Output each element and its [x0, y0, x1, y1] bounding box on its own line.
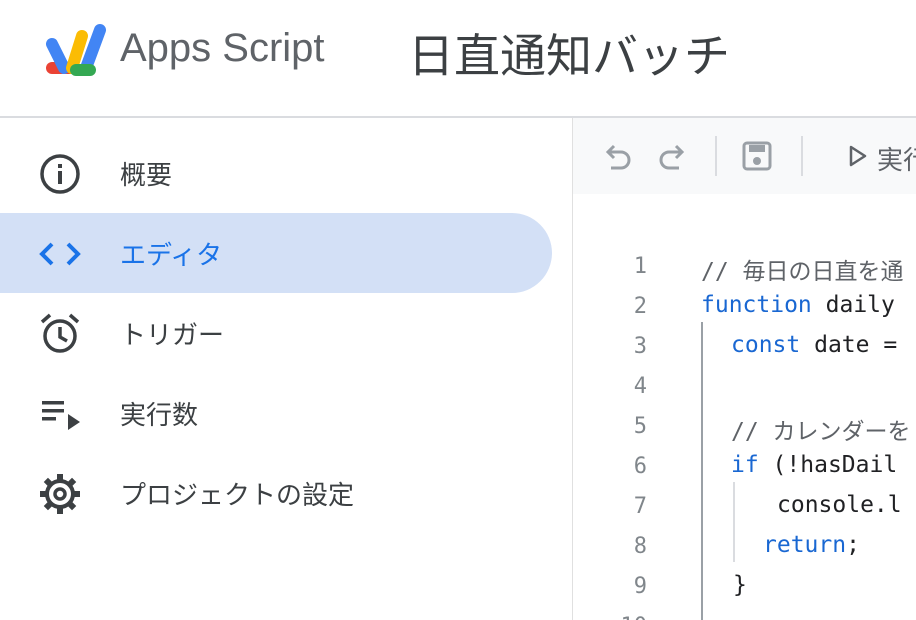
info-icon: [40, 154, 80, 194]
code-line: // 毎日の日直を通: [701, 252, 904, 286]
editor-pane: 実行 1 2 3 4 5 6 7 8 9 10 // 毎日の日直を通 funct…: [572, 118, 916, 620]
code-brackets-icon: [39, 242, 81, 266]
line-number: 10: [603, 614, 648, 620]
line-number: 5: [633, 414, 647, 439]
toolbar-divider: [801, 136, 803, 176]
code-keyword: if: [731, 452, 759, 478]
code-line: if (!hasDail: [731, 452, 897, 478]
sidebar-nav: 概要 エディタ トリガー 実行数 プロジェクトの設定: [0, 118, 572, 620]
indent-guide: [701, 322, 703, 620]
sidebar-item-project-settings[interactable]: プロジェクトの設定: [0, 453, 552, 533]
editor-toolbar: 実行: [573, 118, 916, 196]
code-text: console.l: [777, 492, 902, 518]
code-keyword: const: [731, 332, 801, 358]
project-title[interactable]: 日直通知バッチ: [408, 20, 730, 86]
sidebar-item-triggers[interactable]: トリガー: [0, 293, 552, 373]
code-text: }: [733, 572, 747, 598]
indent-guide: [733, 482, 735, 562]
play-icon: [849, 145, 867, 167]
code-line: const date =: [731, 332, 897, 358]
line-number: 8: [633, 534, 647, 559]
code-text: ;: [846, 532, 860, 558]
gear-icon: [40, 474, 80, 514]
sidebar-item-label: 実行数: [120, 401, 199, 431]
code-line: }: [733, 572, 747, 598]
line-number: 4: [633, 374, 647, 399]
code-editor[interactable]: 1 2 3 4 5 6 7 8 9 10 // 毎日の日直を通 function…: [573, 194, 916, 620]
redo-icon[interactable]: [655, 138, 691, 174]
code-line: return;: [763, 532, 860, 558]
code-keyword: return: [763, 532, 847, 558]
sidebar-item-label: エディタ: [120, 241, 223, 271]
sidebar-item-executions[interactable]: 実行数: [0, 373, 552, 453]
code-text: date =: [800, 332, 898, 358]
code-text: (!hasDail: [758, 452, 898, 478]
toolbar-divider: [715, 136, 717, 176]
sidebar-item-overview[interactable]: 概要: [0, 133, 552, 213]
line-number: 3: [633, 334, 647, 359]
code-text: daily: [811, 292, 895, 318]
sidebar-item-label: プロジェクトの設定: [120, 481, 355, 511]
line-number: 6: [633, 454, 647, 479]
apps-script-logo[interactable]: [42, 22, 110, 80]
code-keyword: function: [701, 292, 812, 318]
sidebar-item-label: トリガー: [120, 321, 225, 351]
code-comment: // 毎日の日直を通: [701, 259, 904, 285]
top-app-bar: Apps Script 日直通知バッチ: [0, 0, 916, 118]
code-line: console.l: [777, 492, 902, 518]
code-line: function daily: [701, 292, 895, 318]
line-number: 9: [633, 574, 647, 599]
undo-icon[interactable]: [599, 138, 635, 174]
line-number: 2: [633, 294, 647, 319]
save-icon[interactable]: [739, 138, 775, 174]
line-number: 7: [633, 494, 647, 519]
line-number: 1: [633, 254, 647, 279]
alarm-clock-icon: [40, 313, 80, 353]
sidebar-item-label: 概要: [120, 161, 173, 191]
brand-name: Apps Script: [120, 26, 325, 70]
run-label: 実行: [877, 146, 916, 176]
code-line: // カレンダーを: [731, 412, 911, 446]
playlist-play-icon: [42, 401, 80, 430]
code-comment: // カレンダーを: [731, 419, 911, 445]
sidebar-item-editor[interactable]: エディタ: [0, 213, 552, 293]
